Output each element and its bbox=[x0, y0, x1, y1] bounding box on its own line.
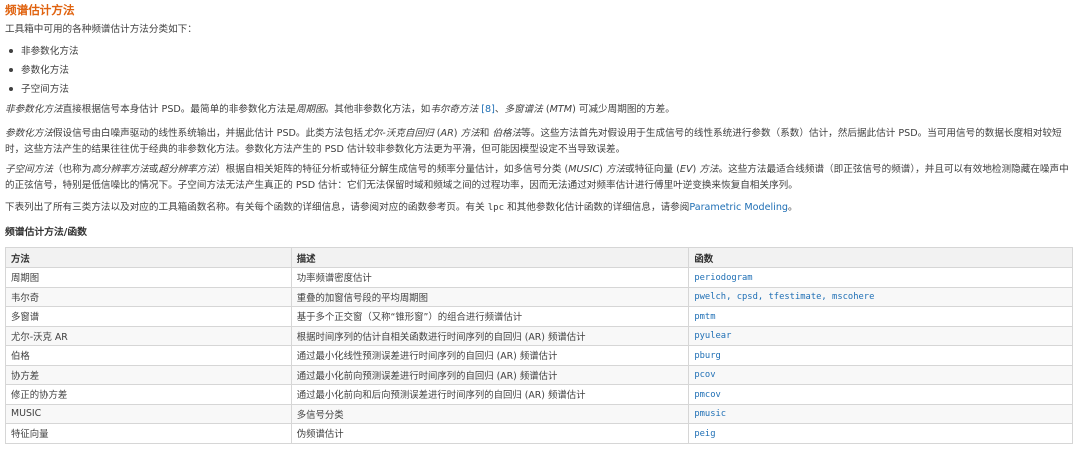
description-cell: 多信号分类 bbox=[290, 403, 690, 424]
table-row: 尤尔-沃克 AR 根据时间序列的估计自相关函数进行时间序列的自回归 (AR) 频谱… bbox=[5, 325, 1073, 346]
method-cell: 周期图 bbox=[5, 267, 292, 288]
reference-link[interactable]: [8] bbox=[481, 104, 495, 115]
table-intro-paragraph: 下表列出了所有三类方法以及对应的工具箱函数名称。有关每个函数的详细信息，请参阅对… bbox=[5, 202, 798, 213]
parametric-paragraph: 参数化方法假设信号由白噪声驱动的线性系统输出，并据此估计 PSD。此类方法包括尤… bbox=[5, 128, 1062, 155]
bullet-icon bbox=[9, 68, 13, 72]
subspace-paragraph: 子空间方法（也称为高分辨率方法或超分辨率方法）根据自相关矩阵的特征分析或特征分解… bbox=[5, 164, 1069, 191]
table-row: 多窗谱 基于多个正交窗（又称“锥形窗”）的组合进行频谱估计 pmtm bbox=[5, 306, 1073, 327]
description-cell: 重叠的加窗信号段的平均周期图 bbox=[290, 286, 690, 307]
function-cell: pmcov bbox=[688, 384, 1073, 405]
table-row: MUSIC 多信号分类 pmusic bbox=[5, 403, 1073, 424]
bullet-icon bbox=[9, 87, 13, 91]
methods-table: 方法 描述 函数 周期图 功率频谱密度估计 periodogram 韦尔奇 重叠的加窗… bbox=[5, 247, 1073, 444]
function-link[interactable]: peig bbox=[694, 429, 715, 439]
category-list: 非参数化方法 参数化方法 子空间方法 bbox=[5, 42, 79, 99]
table-row: 修正的协方差 通过最小化前向和后向预测误差进行时间序列的自回归 (AR) 频谱估计… bbox=[5, 384, 1073, 405]
table-row: 特征向量 伪频谱估计 peig bbox=[5, 423, 1073, 444]
function-link[interactable]: pmcov bbox=[694, 390, 720, 400]
function-cell: pmtm bbox=[688, 306, 1073, 327]
function-cell: peig bbox=[688, 423, 1073, 444]
table-row: 伯格 通过最小化线性预测误差进行时间序列的自回归 (AR) 频谱估计 pburg bbox=[5, 345, 1073, 366]
function-link[interactable]: pyulear bbox=[694, 331, 731, 341]
section-title: 频谱估计方法 bbox=[5, 3, 75, 17]
list-item: 参数化方法 bbox=[5, 61, 79, 80]
function-cell: periodogram bbox=[688, 267, 1073, 288]
table-row: 周期图 功率频谱密度估计 periodogram bbox=[5, 267, 1073, 288]
table-row: 韦尔奇 重叠的加窗信号段的平均周期图 pwelch, cpsd, tfestimat… bbox=[5, 286, 1073, 307]
table-header-row: 方法 描述 函数 bbox=[5, 247, 1073, 268]
description-cell: 功率频谱密度估计 bbox=[290, 267, 690, 288]
intro-text: 工具箱中可用的各种频谱估计方法分类如下： bbox=[5, 24, 197, 35]
table-title: 频谱估计方法/函数 bbox=[5, 227, 87, 238]
table-row: 协方差 通过最小化前向预测误差进行时间序列的自回归 (AR) 频谱估计 pcov bbox=[5, 364, 1073, 385]
method-cell: 特征向量 bbox=[5, 423, 292, 444]
method-cell: 修正的协方差 bbox=[5, 384, 292, 405]
method-cell: 伯格 bbox=[5, 345, 292, 366]
function-link[interactable]: periodogram bbox=[694, 273, 752, 283]
parametric-modeling-link[interactable]: Parametric Modeling bbox=[689, 202, 788, 213]
list-item: 非参数化方法 bbox=[5, 42, 79, 61]
list-item: 子空间方法 bbox=[5, 80, 79, 99]
method-cell: MUSIC bbox=[5, 403, 292, 424]
description-cell: 通过最小化线性预测误差进行时间序列的自回归 (AR) 频谱估计 bbox=[290, 345, 690, 366]
description-cell: 基于多个正交窗（又称“锥形窗”）的组合进行频谱估计 bbox=[290, 306, 690, 327]
function-link[interactable]: pcov bbox=[694, 370, 715, 380]
function-link[interactable]: pburg bbox=[694, 351, 720, 361]
method-cell: 韦尔奇 bbox=[5, 286, 292, 307]
method-cell: 多窗谱 bbox=[5, 306, 292, 327]
description-cell: 伪频谱估计 bbox=[290, 423, 690, 444]
function-cell: pcov bbox=[688, 364, 1073, 385]
column-header-method: 方法 bbox=[5, 247, 292, 268]
function-link[interactable]: pmusic bbox=[694, 409, 726, 419]
column-header-function: 函数 bbox=[688, 247, 1073, 268]
function-link[interactable]: pwelch, cpsd, tfestimate, mscohere bbox=[694, 292, 874, 302]
function-link[interactable]: pmtm bbox=[694, 312, 715, 322]
bullet-icon bbox=[9, 49, 13, 53]
description-cell: 根据时间序列的估计自相关函数进行时间序列的自回归 (AR) 频谱估计 bbox=[290, 325, 690, 346]
method-cell: 尤尔-沃克 AR bbox=[5, 325, 292, 346]
function-cell: pmusic bbox=[688, 403, 1073, 424]
description-cell: 通过最小化前向和后向预测误差进行时间序列的自回归 (AR) 频谱估计 bbox=[290, 384, 690, 405]
function-cell: pyulear bbox=[688, 325, 1073, 346]
code-lpc: lpc bbox=[487, 203, 505, 213]
method-cell: 协方差 bbox=[5, 364, 292, 385]
function-cell: pburg bbox=[688, 345, 1073, 366]
description-cell: 通过最小化前向预测误差进行时间序列的自回归 (AR) 频谱估计 bbox=[290, 364, 690, 385]
nonparametric-paragraph: 非参数化方法直接根据信号本身估计 PSD。最简单的非参数化方法是周期图。其他非参… bbox=[5, 104, 675, 115]
column-header-description: 描述 bbox=[290, 247, 690, 268]
function-cell: pwelch, cpsd, tfestimate, mscohere bbox=[688, 286, 1073, 307]
